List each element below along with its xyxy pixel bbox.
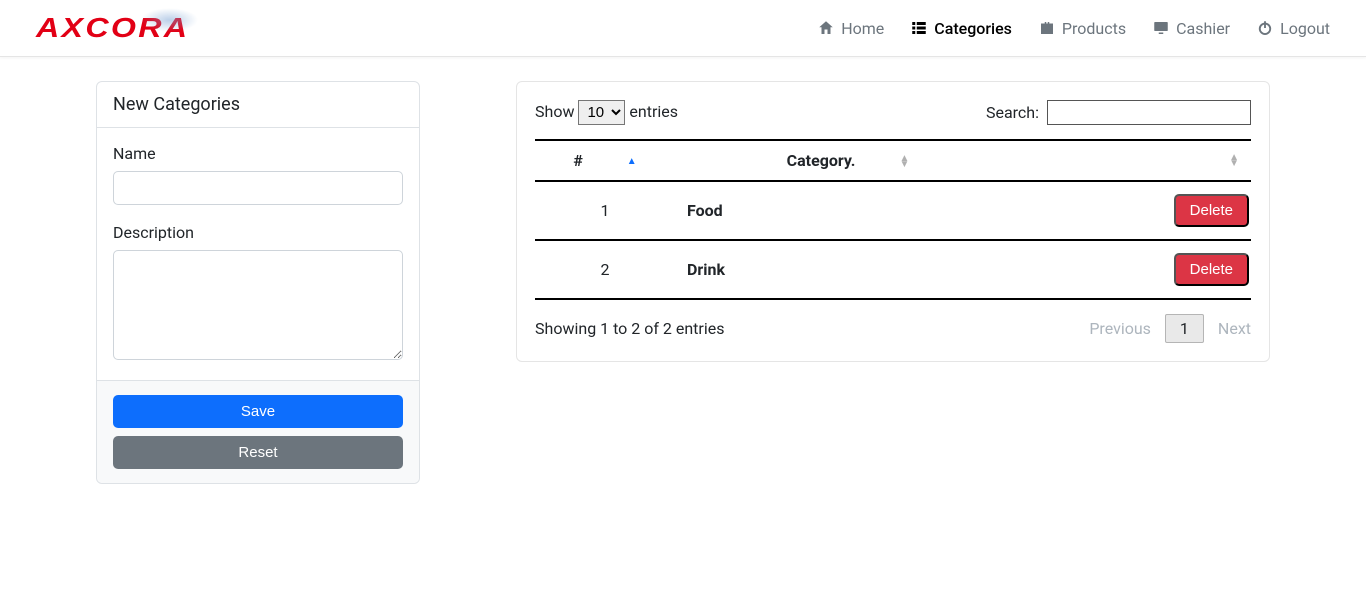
nav-products[interactable]: Products — [1038, 19, 1126, 38]
card-body: Name Description — [97, 128, 419, 380]
brand-text: AXCORA — [36, 12, 189, 44]
home-icon — [817, 19, 835, 37]
nav-products-label: Products — [1062, 19, 1126, 38]
description-label: Description — [113, 223, 403, 242]
prev-page[interactable]: Previous — [1089, 319, 1151, 338]
delete-button[interactable]: Delete — [1174, 253, 1249, 286]
col-category-label: Category. — [787, 151, 856, 170]
card-title: New Categories — [97, 82, 419, 128]
sort-icon: ▲▼ — [1229, 155, 1239, 167]
main-nav: Home Categories Products Cashier Logout — [817, 19, 1330, 38]
row-num: 2 — [535, 240, 675, 299]
sort-icon: ▲▼ — [899, 156, 909, 168]
header: AXCORA Home Categories Products — [0, 0, 1366, 57]
row-name: Food — [675, 181, 1021, 240]
col-num-header[interactable]: # ▲ — [535, 140, 675, 181]
card-footer: Save Reset — [97, 380, 419, 483]
categories-table: # ▲ Category. ▲▼ ▲▼ 1 Food — [535, 139, 1251, 300]
row-name: Drink — [675, 240, 1021, 299]
show-suffix: entries — [629, 102, 678, 121]
search-label: Search: — [986, 103, 1039, 122]
nav-categories-label: Categories — [934, 19, 1012, 38]
nav-cashier-label: Cashier — [1176, 19, 1230, 38]
new-category-card: New Categories Name Description Save Res… — [96, 81, 420, 484]
nav-home-label: Home — [841, 19, 884, 38]
col-category-header[interactable]: Category. ▲▼ — [675, 140, 1021, 181]
nav-cashier[interactable]: Cashier — [1152, 19, 1230, 38]
save-button[interactable]: Save — [113, 395, 403, 428]
nav-categories[interactable]: Categories — [910, 19, 1012, 38]
name-input[interactable] — [113, 171, 403, 205]
reset-button[interactable]: Reset — [113, 436, 403, 469]
col-action-header[interactable]: ▲▼ — [1021, 140, 1251, 181]
search-input[interactable] — [1047, 100, 1251, 125]
monitor-icon — [1152, 19, 1170, 37]
table-footer: Showing 1 to 2 of 2 entries Previous 1 N… — [535, 314, 1251, 343]
main-container: New Categories Name Description Save Res… — [0, 57, 1366, 508]
description-group: Description — [113, 223, 403, 364]
power-icon — [1256, 19, 1274, 37]
nav-logout[interactable]: Logout — [1256, 19, 1330, 38]
col-num-label: # — [573, 151, 582, 170]
next-page[interactable]: Next — [1218, 319, 1251, 338]
delete-button[interactable]: Delete — [1174, 194, 1249, 227]
length-control: Show 10 entries — [535, 100, 678, 125]
list-icon — [910, 19, 928, 37]
row-action: Delete — [1021, 181, 1251, 240]
table-row: 2 Drink Delete — [535, 240, 1251, 299]
sort-asc-icon: ▲ — [627, 159, 637, 165]
logo-swoosh — [141, 8, 198, 32]
nav-home[interactable]: Home — [817, 19, 884, 38]
table-controls: Show 10 entries Search: — [535, 100, 1251, 125]
page-1[interactable]: 1 — [1165, 314, 1204, 343]
description-input[interactable] — [113, 250, 403, 360]
search-control: Search: — [986, 100, 1251, 125]
length-select[interactable]: 10 — [578, 100, 625, 125]
pagination: Previous 1 Next — [1089, 314, 1251, 343]
categories-table-panel: Show 10 entries Search: # ▲ Ca — [516, 81, 1270, 362]
show-prefix: Show — [535, 102, 574, 121]
brand-logo: AXCORA — [36, 12, 169, 44]
table-row: 1 Food Delete — [535, 181, 1251, 240]
briefcase-icon — [1038, 19, 1056, 37]
name-label: Name — [113, 144, 403, 163]
name-group: Name — [113, 144, 403, 205]
table-info: Showing 1 to 2 of 2 entries — [535, 319, 724, 338]
row-num: 1 — [535, 181, 675, 240]
row-action: Delete — [1021, 240, 1251, 299]
nav-logout-label: Logout — [1280, 19, 1330, 38]
